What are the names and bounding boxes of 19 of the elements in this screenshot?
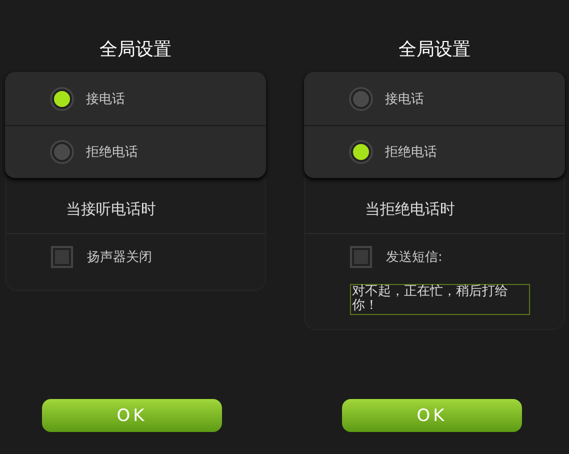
dialog-title: 全局设置 xyxy=(398,38,472,62)
ok-button[interactable]: OK xyxy=(42,399,222,432)
option-label: 接电话 xyxy=(86,90,125,108)
message-field[interactable]: 对不起，正在忙，稍后打给你！ xyxy=(350,284,530,315)
checkbox-label: 发送短信: xyxy=(386,249,442,266)
checkbox-label: 扬声器关闭 xyxy=(87,249,152,266)
radio-button[interactable] xyxy=(50,86,74,110)
checkbox[interactable] xyxy=(51,246,73,268)
section-title: 当拒绝电话时 xyxy=(305,178,564,234)
radio-button[interactable] xyxy=(349,86,373,110)
radio-button[interactable] xyxy=(50,140,74,164)
ok-button[interactable]: OK xyxy=(342,399,522,432)
radio-button[interactable] xyxy=(349,140,373,164)
option-label: 拒绝电话 xyxy=(86,144,138,161)
checkbox[interactable] xyxy=(350,246,372,268)
option-label: 接电话 xyxy=(385,90,424,108)
section-title: 当接听电话时 xyxy=(6,178,265,234)
dialog-title: 全局设置 xyxy=(98,38,172,62)
option-label: 拒绝电话 xyxy=(385,144,437,161)
